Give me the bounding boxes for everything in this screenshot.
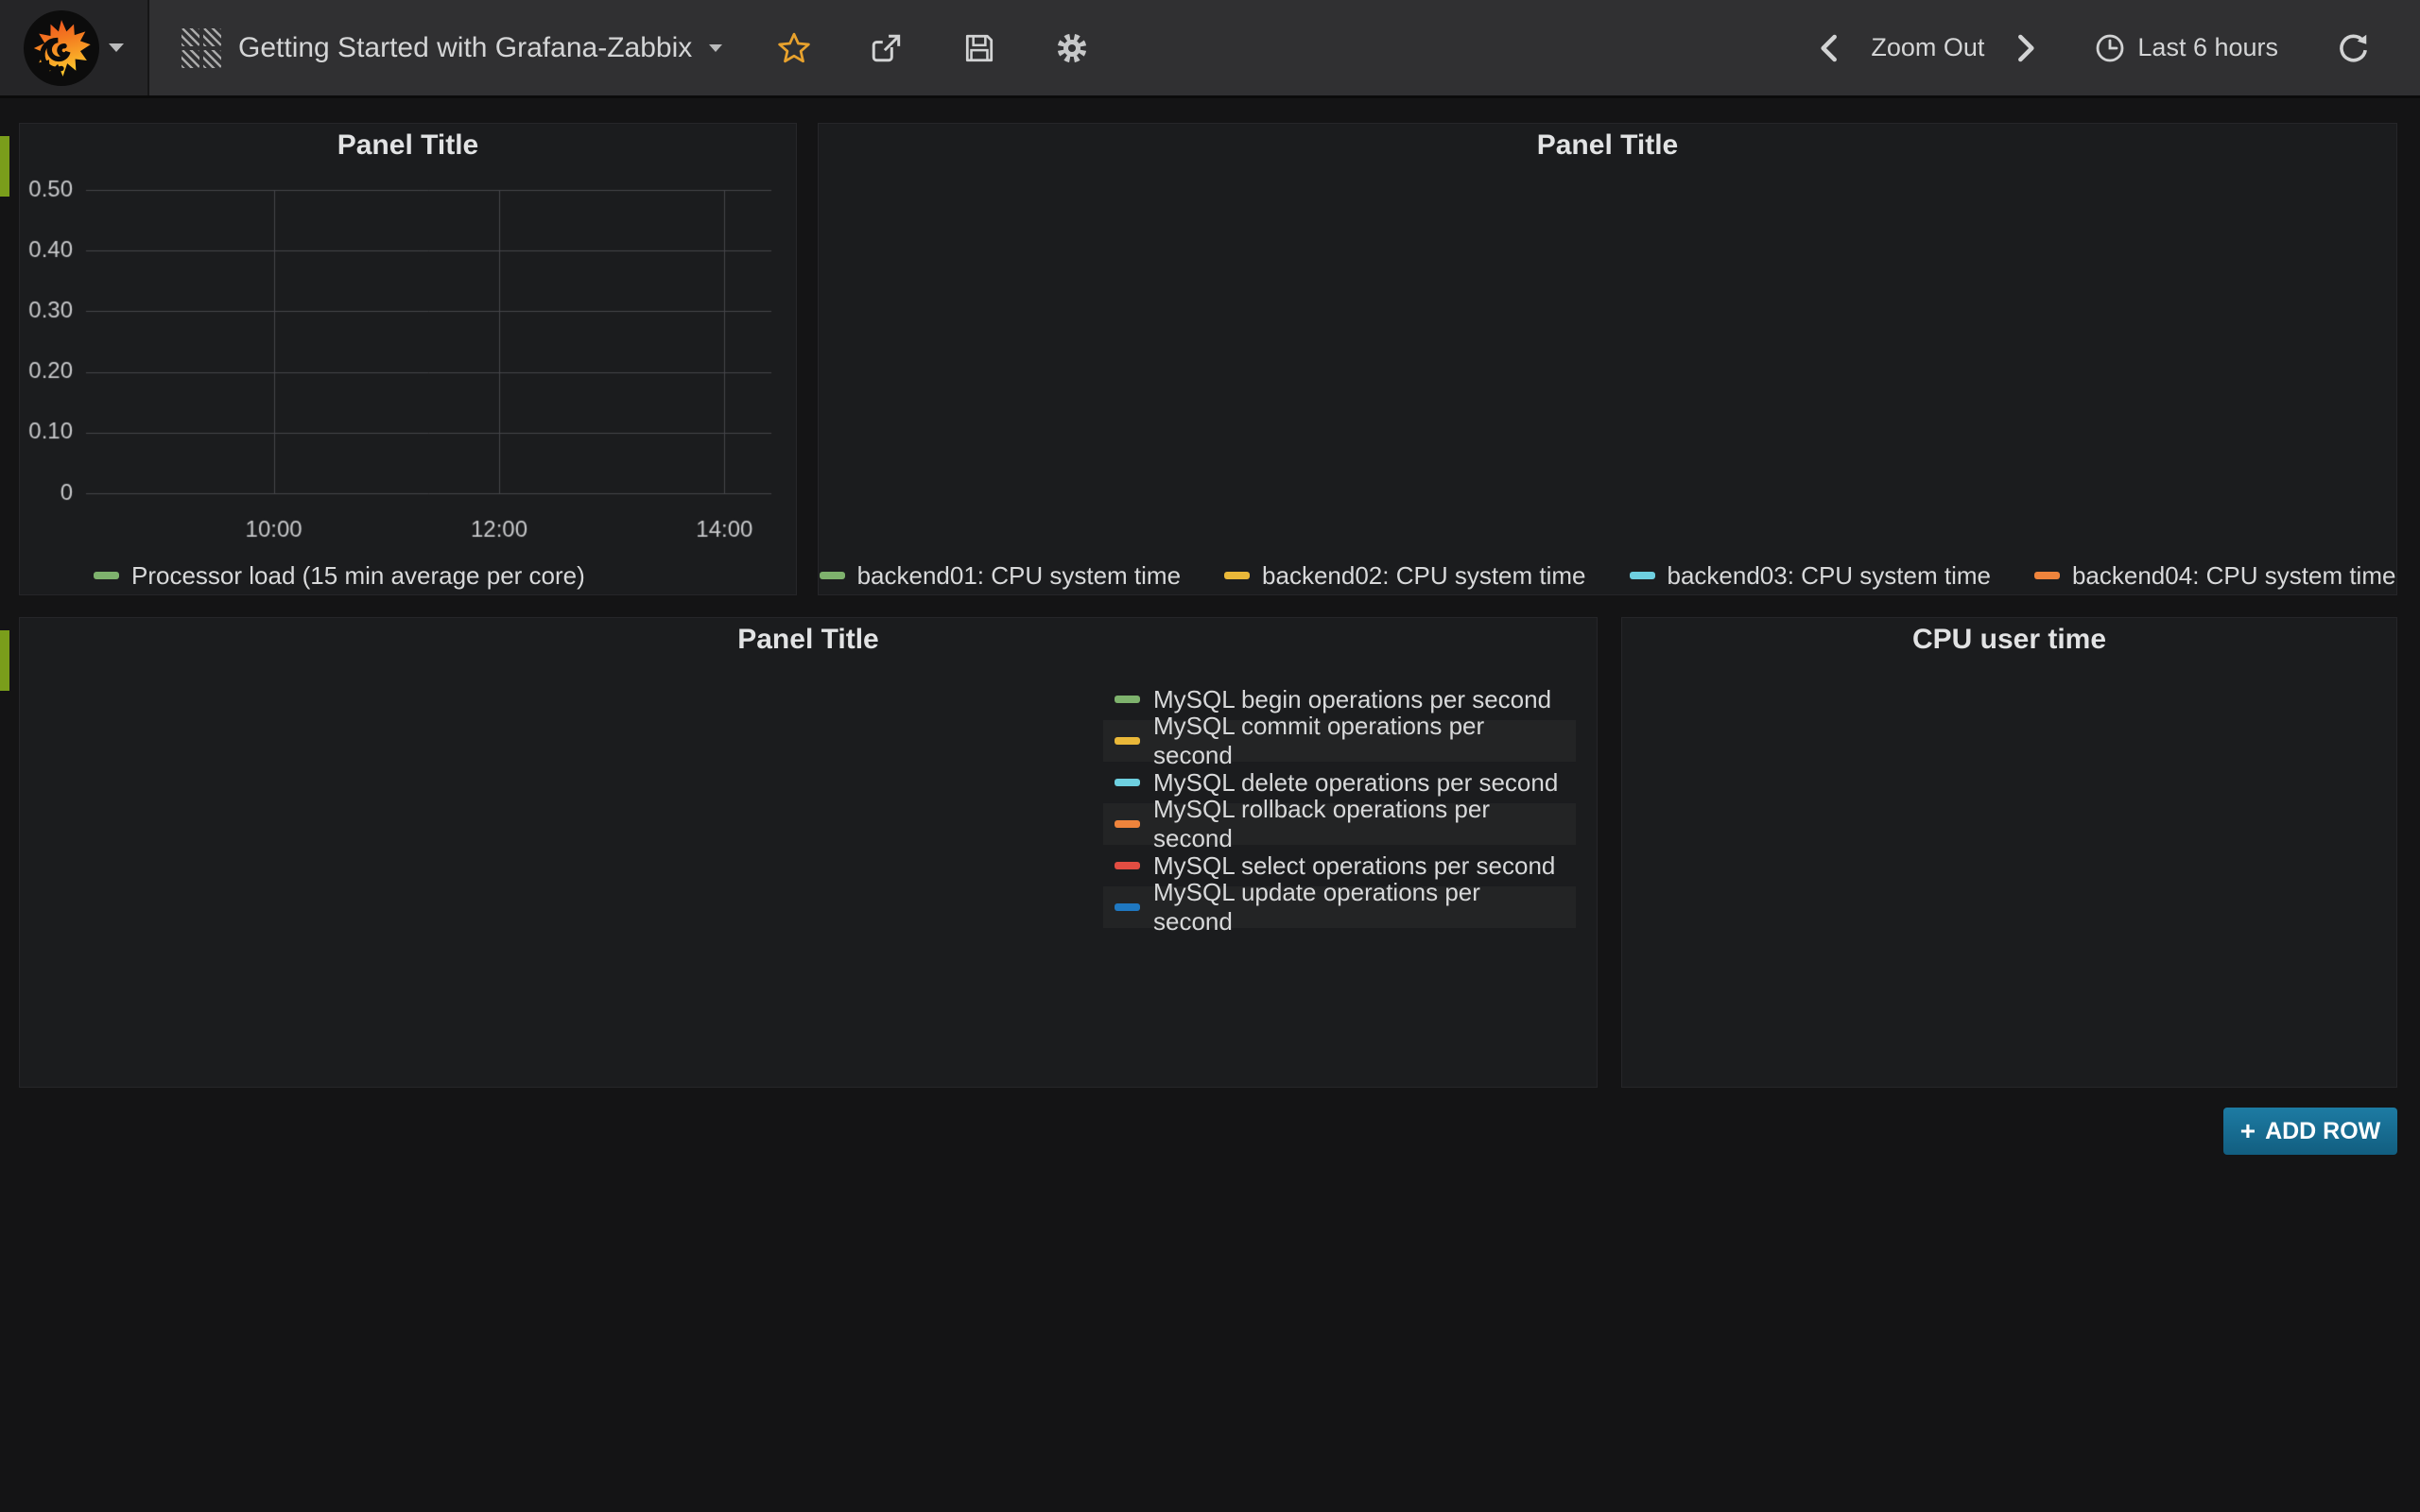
star-button[interactable]: [771, 26, 817, 71]
legend-color-dash: [1115, 903, 1140, 911]
panel-mysql-operations: Panel Title MySQL begin operations per s…: [19, 617, 1598, 1088]
chevron-right-icon: [2014, 33, 2039, 63]
row-handle[interactable]: [0, 630, 9, 691]
clock-icon: [2094, 32, 2126, 64]
legend-series-name: backend04: CPU system time: [2072, 561, 2395, 591]
legend-series-name: MySQL begin operations per second: [1153, 685, 1551, 714]
processor-load-chart[interactable]: [20, 167, 798, 555]
zoom-out-button[interactable]: Zoom Out: [1871, 33, 1984, 62]
panel-title[interactable]: CPU user time: [1622, 618, 2396, 662]
grafana-logo: [24, 10, 99, 86]
legend-item[interactable]: MySQL rollback operations per second: [1103, 803, 1576, 845]
legend-item[interactable]: backend04: CPU system time: [2034, 561, 2395, 591]
share-icon: [870, 31, 904, 65]
panel-cpu-system-time: Panel Title backend01: CPU system timeba…: [818, 123, 2397, 595]
legend-color-dash: [1115, 737, 1140, 745]
legend-color-dash: [1115, 696, 1140, 703]
save-button[interactable]: [957, 26, 1002, 71]
legend-color-dash: [820, 572, 845, 579]
panel-processor-load: Panel Title Processor load (15 min avera…: [19, 123, 797, 595]
refresh-icon: [2337, 31, 2371, 65]
time-controls: Zoom Out Last 6 hours: [1810, 26, 2420, 71]
refresh-button[interactable]: [2331, 26, 2377, 71]
legend-color-dash: [2034, 572, 2060, 579]
panel-title[interactable]: Panel Title: [819, 124, 2396, 167]
legend-item[interactable]: MySQL update operations per second: [1103, 886, 1576, 928]
settings-button[interactable]: [1049, 26, 1095, 71]
panel-cpu-user-time: CPU user time: [1621, 617, 2397, 1088]
navbar: Getting Started with Grafana-Zabbix Zoom…: [0, 0, 2420, 98]
grafana-menu-caret-icon: [109, 43, 124, 52]
legend-item[interactable]: backend02: CPU system time: [1224, 561, 1585, 591]
legend: Processor load (15 min average per core): [20, 555, 796, 596]
legend-series-name: MySQL select operations per second: [1153, 851, 1555, 881]
legend-series-name: backend02: CPU system time: [1262, 561, 1585, 591]
legend: backend01: CPU system time backend02: CPU…: [819, 555, 2396, 596]
save-icon: [962, 31, 996, 65]
legend-color-dash: [1115, 820, 1140, 828]
gear-icon: [1055, 31, 1089, 65]
time-range-label: Last 6 hours: [2137, 33, 2278, 62]
share-button[interactable]: [864, 26, 909, 71]
dashboard-title: Getting Started with Grafana-Zabbix: [238, 32, 692, 64]
add-row-label: ADD ROW: [2265, 1118, 2380, 1145]
time-forward-button[interactable]: [2009, 27, 2045, 69]
legend-item[interactable]: MySQL commit operations per second: [1103, 720, 1576, 762]
dashboard-actions: [771, 26, 1095, 71]
legend-item[interactable]: backend01: CPU system time: [820, 561, 1181, 591]
legend-color-dash: [94, 572, 119, 579]
legend-series-name: backend01: CPU system time: [857, 561, 1181, 591]
legend-item[interactable]: Processor load (15 min average per core): [94, 561, 585, 591]
star-icon: [777, 31, 811, 65]
cpu-system-time-chart[interactable]: [819, 167, 2398, 555]
legend-color-dash: [1115, 779, 1140, 786]
legend-series-name: Processor load (15 min average per core): [131, 561, 585, 591]
legend-color-dash: [1224, 572, 1250, 579]
legend: MySQL begin operations per second MySQL c…: [1103, 679, 1576, 928]
panel-title[interactable]: Panel Title: [20, 124, 796, 167]
legend-item[interactable]: backend03: CPU system time: [1630, 561, 1991, 591]
legend-series-name: MySQL delete operations per second: [1153, 768, 1558, 798]
add-row-button[interactable]: + ADD ROW: [2223, 1108, 2397, 1155]
legend-color-dash: [1115, 862, 1140, 869]
time-back-button[interactable]: [1810, 27, 1846, 69]
grafana-menu-button[interactable]: [0, 0, 149, 95]
time-range-picker[interactable]: Last 6 hours: [2094, 32, 2278, 64]
legend-series-name: MySQL update operations per second: [1153, 878, 1564, 936]
cpu-user-time-gauge[interactable]: [1622, 662, 2398, 1089]
legend-series-name: backend03: CPU system time: [1668, 561, 1991, 591]
legend-color-dash: [1630, 572, 1655, 579]
dashboard-icon: [182, 28, 221, 68]
plus-icon: +: [2240, 1116, 2256, 1146]
panel-title[interactable]: Panel Title: [20, 618, 1597, 662]
chevron-left-icon: [1816, 33, 1841, 63]
dashboard-title-caret-icon: [709, 44, 722, 52]
dashboard-title-button[interactable]: Getting Started with Grafana-Zabbix: [149, 28, 722, 68]
row-handle[interactable]: [0, 136, 9, 197]
